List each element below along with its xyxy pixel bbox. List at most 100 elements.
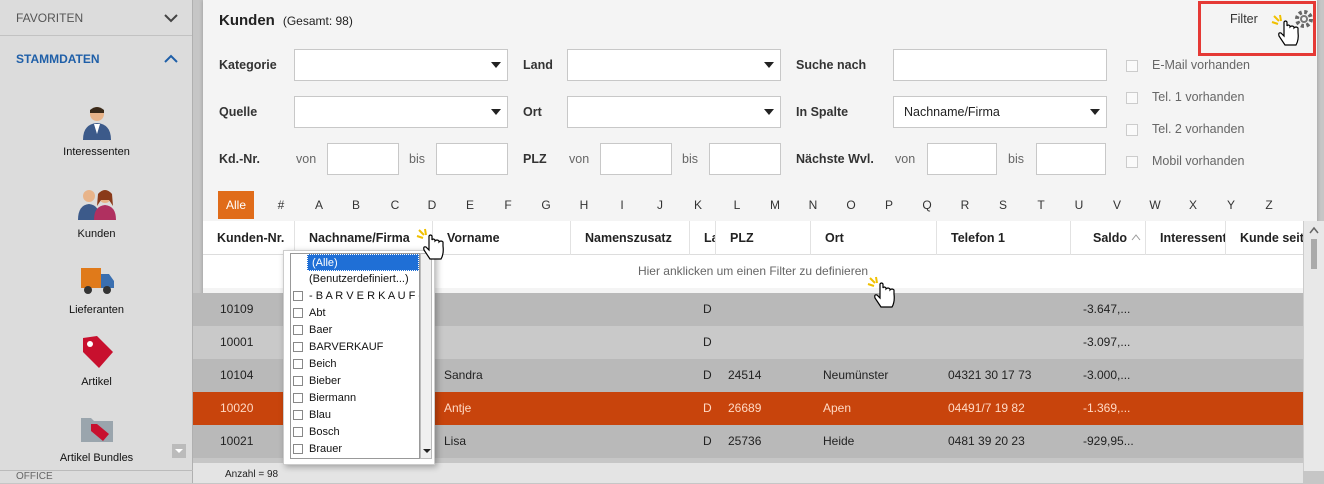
alphabet-filter-q[interactable]: Q [908, 191, 946, 219]
mobil-checkbox[interactable]: Mobil vorhanden [1126, 154, 1244, 168]
alphabet-filter-l[interactable]: L [718, 191, 756, 219]
sort-asc-icon [1131, 234, 1141, 241]
col-vorname[interactable]: Vorname [433, 221, 571, 255]
wvl-von-label: von [895, 152, 916, 166]
chevron-down-icon [164, 13, 178, 22]
col-kunde-seit[interactable]: Kunde seit [1226, 221, 1303, 255]
col-kunden-nr[interactable]: Kunden-Nr. [203, 221, 295, 255]
ort-select[interactable] [567, 96, 781, 128]
scroll-thumb[interactable] [1311, 239, 1317, 269]
sidebar-section-favoriten[interactable]: FAVORITEN [0, 0, 192, 36]
sidebar-item-kunden[interactable]: Kunden [0, 186, 193, 240]
plz-bis-input[interactable] [709, 143, 781, 175]
sidebar-section-office[interactable]: OFFICE [0, 470, 193, 484]
filter-option[interactable]: Beich [291, 356, 419, 373]
filter-option[interactable]: Bosch [291, 424, 419, 441]
sidebar-item-interessenten[interactable]: Interessenten [0, 104, 193, 158]
alphabet-filter-f[interactable]: F [489, 191, 527, 219]
vertical-scrollbar[interactable] [1303, 221, 1324, 471]
alphabet-filter-n[interactable]: N [794, 191, 832, 219]
col-telefon[interactable]: Telefon 1 [937, 221, 1071, 255]
cell-nr: 10021 [220, 434, 254, 448]
filter-option[interactable]: (Alle) [307, 254, 419, 271]
filter-option[interactable]: BARVERKAUF [291, 339, 419, 356]
alphabet-filter-x[interactable]: X [1174, 191, 1212, 219]
alphabet-filter-m[interactable]: M [756, 191, 794, 219]
filter-option[interactable]: Brauer [291, 441, 419, 458]
alphabet-filter-h[interactable]: H [565, 191, 603, 219]
alphabet-filter-b[interactable]: B [337, 191, 375, 219]
cell-vorname: Sandra [444, 368, 483, 382]
col-plz[interactable]: PLZ [716, 221, 811, 255]
scroll-up-icon[interactable] [1308, 225, 1320, 235]
suche-nach-input[interactable] [893, 49, 1107, 81]
filter-option[interactable]: Baer [291, 322, 419, 339]
alphabet-filter-alle[interactable]: Alle [218, 191, 254, 219]
alphabet-filter-i[interactable]: I [603, 191, 641, 219]
scroll-down-icon[interactable] [423, 447, 431, 455]
alphabet-filter-p[interactable]: P [870, 191, 908, 219]
alphabet-filter-j[interactable]: J [641, 191, 679, 219]
col-land[interactable]: La [690, 221, 716, 255]
sidebar-section-stammdaten[interactable]: STAMMDATEN [0, 36, 192, 82]
cell-plz: 24514 [728, 368, 762, 382]
kdnr-von-input[interactable] [327, 143, 399, 175]
alphabet-filter-y[interactable]: Y [1212, 191, 1250, 219]
alphabet-filter-k[interactable]: K [679, 191, 717, 219]
tel1-checkbox[interactable]: Tel. 1 vorhanden [1126, 90, 1244, 104]
alphabet-filter-g[interactable]: G [527, 191, 565, 219]
in-spalte-select[interactable]: Nachname/Firma [893, 96, 1107, 128]
hand-cursor-icon [416, 228, 444, 260]
email-checkbox[interactable]: E-Mail vorhanden [1126, 58, 1250, 72]
tel2-checkbox[interactable]: Tel. 2 vorhanden [1126, 122, 1244, 136]
expand-down-icon[interactable] [172, 444, 186, 458]
dropdown-scrollbar[interactable] [420, 253, 432, 459]
option-checkbox[interactable] [293, 359, 303, 369]
wvl-von-input[interactable] [927, 143, 997, 175]
land-select[interactable] [567, 49, 781, 81]
cell-tel: 04321 30 17 73 [948, 368, 1032, 382]
option-checkbox[interactable] [293, 410, 303, 420]
plz-von-input[interactable] [600, 143, 672, 175]
sidebar-item-artikel-bundles[interactable]: Artikel Bundles [0, 410, 193, 464]
option-checkbox[interactable] [293, 325, 303, 335]
col-namenszusatz[interactable]: Namenszusatz [571, 221, 690, 255]
alphabet-filter-c[interactable]: C [376, 191, 414, 219]
col-interessent[interactable]: Interessent [1146, 221, 1226, 255]
option-label: Abt [309, 307, 326, 319]
filter-option[interactable]: Blau [291, 407, 419, 424]
alphabet-filter-v[interactable]: V [1098, 191, 1136, 219]
alphabet-filter-a[interactable]: A [300, 191, 338, 219]
filter-option[interactable]: Bieber [291, 373, 419, 390]
alphabet-filter-r[interactable]: R [946, 191, 984, 219]
option-checkbox[interactable] [293, 342, 303, 352]
option-checkbox[interactable] [293, 308, 303, 318]
alphabet-filter-e[interactable]: E [451, 191, 489, 219]
option-checkbox[interactable] [293, 376, 303, 386]
kategorie-select[interactable] [294, 49, 508, 81]
option-checkbox[interactable] [293, 444, 303, 454]
sidebar-item-lieferanten[interactable]: Lieferanten [0, 262, 193, 316]
alphabet-filter-w[interactable]: W [1136, 191, 1174, 219]
filter-option[interactable]: Abt [291, 305, 419, 322]
option-checkbox[interactable] [293, 393, 303, 403]
kdnr-bis-input[interactable] [436, 143, 508, 175]
alphabet-filter-s[interactable]: S [984, 191, 1022, 219]
wvl-bis-input[interactable] [1036, 143, 1106, 175]
col-ort[interactable]: Ort [811, 221, 937, 255]
alphabet-filter-u[interactable]: U [1060, 191, 1098, 219]
alphabet-filter-z[interactable]: Z [1250, 191, 1288, 219]
option-checkbox[interactable] [293, 427, 303, 437]
alphabet-filter-hash[interactable]: # [262, 191, 300, 219]
option-checkbox[interactable] [293, 291, 303, 301]
sidebar-item-artikel[interactable]: Artikel [0, 334, 193, 388]
filter-option[interactable]: Biermann [291, 390, 419, 407]
alphabet-filter-o[interactable]: O [832, 191, 870, 219]
alphabet-filter-d[interactable]: D [413, 191, 451, 219]
tag-icon [82, 336, 113, 368]
filter-option[interactable]: (Benutzerdefiniert...) [291, 271, 419, 288]
quelle-select[interactable] [294, 96, 508, 128]
filter-option[interactable]: - B A R V E R K A U F - [291, 288, 419, 305]
land-label: Land [523, 58, 553, 72]
alphabet-filter-t[interactable]: T [1022, 191, 1060, 219]
